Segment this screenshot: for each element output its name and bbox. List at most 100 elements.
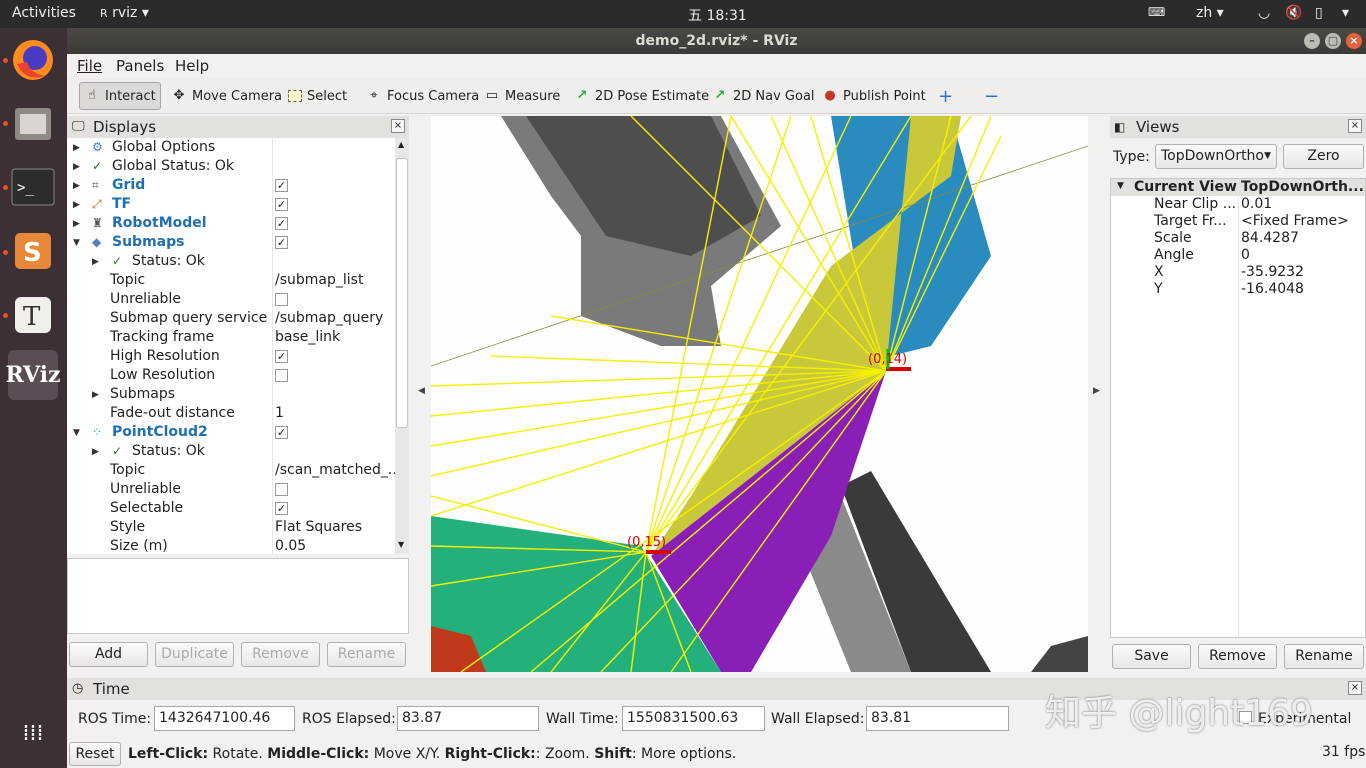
view-property-value[interactable]: 0.01 (1241, 196, 1272, 213)
display-row[interactable]: ▼ ◆ Submaps ✓ (67, 233, 395, 252)
add-tool-button[interactable]: + (934, 82, 957, 110)
collapse-left-icon[interactable]: ◀ (418, 386, 425, 396)
interact-tool[interactable]: ☝ Interact (79, 82, 161, 110)
expand-arrow-icon[interactable]: ▶ (92, 386, 99, 405)
wall-elapsed-field[interactable]: 83.81 (866, 706, 1009, 731)
battery-icon[interactable]: ▯ (1315, 5, 1323, 21)
display-row[interactable]: Selectable ✓ (67, 499, 395, 518)
keyboard-icon[interactable]: ⌨ (1148, 5, 1165, 19)
display-row-value[interactable]: Flat Squares (275, 518, 395, 537)
volume-icon[interactable]: 🔇 (1285, 5, 1302, 21)
files-icon[interactable] (8, 98, 58, 148)
render-viewport[interactable]: (0,14) (0,15) (431, 116, 1088, 672)
display-checkbox[interactable]: ✓ (275, 217, 288, 230)
display-row[interactable]: Topic/scan_matched_... (67, 461, 395, 480)
rviz-dock-icon[interactable]: RViz (5, 350, 61, 400)
scroll-up-icon[interactable]: ▲ (398, 140, 404, 149)
move-camera-tool[interactable]: ✥ Move Camera (167, 82, 286, 110)
expand-arrow-icon[interactable]: ▼ (1117, 181, 1124, 191)
display-row-value[interactable]: 0.05 (275, 537, 395, 554)
display-row[interactable]: ▶ ⚙ Global Options (67, 138, 395, 157)
reset-button[interactable]: Reset (69, 742, 121, 766)
menu-panels[interactable]: Panels (116, 57, 164, 75)
sublime-text-icon[interactable]: S (8, 226, 58, 276)
wall-time-field[interactable]: 1550831500.63 (622, 706, 765, 731)
ros-time-field[interactable]: 1432647100.46 (154, 706, 295, 731)
firefox-icon[interactable] (8, 35, 58, 85)
display-checkbox[interactable]: ✓ (275, 236, 288, 249)
pose-estimate-tool[interactable]: ↗ 2D Pose Estimate (570, 82, 713, 110)
display-row[interactable]: ▶ Submaps (67, 385, 395, 404)
views-close-icon[interactable]: × (1348, 119, 1362, 133)
collapse-right-icon[interactable]: ▶ (1093, 386, 1100, 396)
clock[interactable]: 五 18:31 (688, 5, 747, 25)
view-property-value[interactable]: 0 (1241, 247, 1250, 264)
view-property-row[interactable]: Near Clip ... 0.01 (1111, 196, 1365, 213)
activities-button[interactable]: Activities (12, 5, 76, 21)
displays-close-icon[interactable]: × (391, 119, 405, 133)
expand-arrow-icon[interactable]: ▶ (73, 139, 80, 158)
view-property-row[interactable]: Scale 84.4287 (1111, 230, 1365, 247)
view-property-row[interactable]: Angle 0 (1111, 247, 1365, 264)
view-property-value[interactable]: 84.4287 (1241, 230, 1299, 247)
add-button[interactable]: Add (69, 642, 148, 667)
displays-scrollbar[interactable]: ▲ ▼ (395, 138, 409, 554)
display-row[interactable]: High Resolution ✓ (67, 347, 395, 366)
display-row[interactable]: Unreliable (67, 290, 395, 309)
measure-tool[interactable]: ▭ Measure (480, 82, 564, 110)
display-checkbox[interactable] (275, 293, 288, 306)
app-menu[interactable]: R rviz ▾ (100, 5, 149, 21)
ros-elapsed-field[interactable]: 83.87 (397, 706, 539, 731)
scroll-down-icon[interactable]: ▼ (398, 540, 404, 549)
window-titlebar[interactable]: demo_2d.rviz* - RViz – ▢ × (67, 28, 1366, 54)
display-row-value[interactable]: base_link (275, 328, 395, 347)
zero-button[interactable]: Zero (1283, 144, 1364, 169)
display-row[interactable]: Unreliable (67, 480, 395, 499)
terminal-icon[interactable]: >_ (8, 162, 58, 212)
menu-file[interactable]: File (77, 57, 102, 75)
expand-arrow-icon[interactable]: ▶ (73, 196, 80, 215)
collapse-arrow-icon[interactable]: ▼ (73, 424, 80, 443)
system-menu-arrow-icon[interactable]: ▾ (1342, 5, 1349, 21)
view-property-value[interactable]: -16.4048 (1241, 281, 1304, 298)
view-property-value[interactable]: -35.9232 (1241, 264, 1304, 281)
display-row-value[interactable]: /submap_list (275, 271, 395, 290)
remove-display-button[interactable]: Remove (241, 642, 320, 667)
minimize-button[interactable]: – (1304, 33, 1320, 49)
display-row[interactable]: Low Resolution (67, 366, 395, 385)
rename-view-button[interactable]: Rename (1284, 644, 1364, 669)
display-row-value[interactable]: /scan_matched_... (275, 461, 395, 480)
expand-arrow-icon[interactable]: ▶ (73, 177, 80, 196)
close-button[interactable]: × (1346, 33, 1362, 49)
display-row[interactable]: Tracking frame base_link (67, 328, 395, 347)
display-checkbox[interactable]: ✓ (275, 198, 288, 211)
save-view-button[interactable]: Save (1112, 644, 1191, 669)
display-row[interactable]: Submap query service/submap_query (67, 309, 395, 328)
expand-arrow-icon[interactable]: ▶ (92, 253, 99, 272)
duplicate-button[interactable]: Duplicate (155, 642, 234, 667)
view-property-row[interactable]: Target Fr... <Fixed Frame> (1111, 213, 1365, 230)
display-checkbox[interactable] (275, 369, 288, 382)
view-property-row[interactable]: X -35.9232 (1111, 264, 1365, 281)
view-property-row[interactable]: Y -16.4048 (1111, 281, 1365, 298)
display-row[interactable]: Fade-out distance 1 (67, 404, 395, 423)
expand-arrow-icon[interactable]: ▶ (92, 443, 99, 462)
language-indicator[interactable]: zh ▾ (1196, 5, 1224, 21)
collapse-arrow-icon[interactable]: ▼ (73, 234, 80, 253)
display-row[interactable]: ▼ ⁘ PointCloud2 ✓ (67, 423, 395, 442)
display-row[interactable]: ▶ ⤢ TF ✓ (67, 195, 395, 214)
expand-arrow-icon[interactable]: ▶ (73, 158, 80, 177)
show-apps-icon[interactable]: ⁞⁞⁞ (8, 708, 58, 758)
display-row[interactable]: ▶ ♜ RobotModel ✓ (67, 214, 395, 233)
display-row-value[interactable]: 1 (275, 404, 395, 423)
publish-point-tool[interactable]: ● Publish Point (818, 82, 930, 110)
display-row[interactable]: ▶ ✓ Status: Ok (67, 252, 395, 271)
display-row[interactable]: Topic/submap_list (67, 271, 395, 290)
time-close-icon[interactable]: × (1348, 681, 1362, 695)
display-row-value[interactable]: /submap_query (275, 309, 395, 328)
view-type-select[interactable]: TopDownOrtho ▼ (1155, 144, 1277, 169)
display-checkbox[interactable]: ✓ (275, 179, 288, 192)
view-property-value[interactable]: <Fixed Frame> (1241, 213, 1349, 230)
display-row[interactable]: Size (m) 0.05 (67, 537, 395, 554)
select-tool[interactable]: Select (284, 82, 351, 110)
